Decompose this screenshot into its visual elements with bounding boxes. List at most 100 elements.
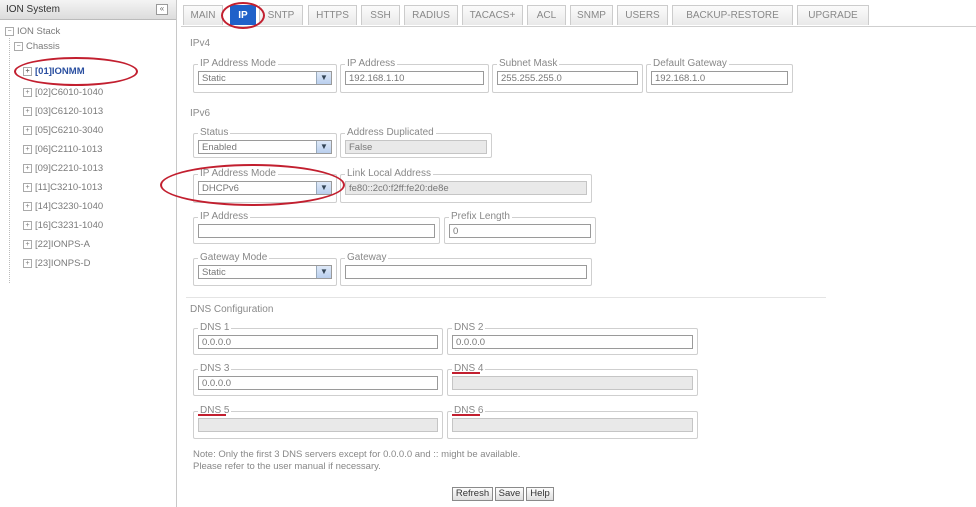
tree-item[interactable]: + [05]C6210-3040 xyxy=(23,125,103,136)
tree-item-label: [09]C2210-1013 xyxy=(35,163,104,174)
expand-toggle-icon[interactable]: + xyxy=(23,258,32,268)
ipv4-mode-select[interactable]: Static ▼ xyxy=(198,71,332,85)
expand-toggle-icon[interactable]: + xyxy=(23,125,32,135)
ipv4-address-label: IP Address xyxy=(345,58,398,69)
tree-title: ION System xyxy=(6,4,60,15)
expand-toggle-icon[interactable]: + xyxy=(23,182,32,192)
tree-chassis-label: Chassis xyxy=(26,41,60,52)
dropdown-arrow-icon[interactable]: ▼ xyxy=(316,72,331,84)
collapse-toggle-icon[interactable]: − xyxy=(14,41,23,51)
ipv6-status-select[interactable]: Enabled ▼ xyxy=(198,140,332,154)
annotation-underline xyxy=(452,414,480,416)
tree-item[interactable]: + [23]IONPS-D xyxy=(23,258,90,269)
ipv6-link-local-label: Link Local Address xyxy=(345,168,433,179)
tab-ssh[interactable]: SSH xyxy=(361,5,400,25)
ipv4-mask-label: Subnet Mask xyxy=(497,58,560,69)
tree-root[interactable]: − ION Stack xyxy=(5,26,60,37)
ipv6-mode-select[interactable]: DHCPv6 ▼ xyxy=(198,181,332,195)
tree-chassis[interactable]: − Chassis xyxy=(14,41,60,52)
ipv4-section-title: IPv4 xyxy=(190,38,211,49)
ipv6-mode-group: IP Address Mode DHCPv6 ▼ xyxy=(193,168,337,203)
tab-strip-border xyxy=(181,26,976,27)
tab-https[interactable]: HTTPS xyxy=(308,5,357,25)
expand-toggle-icon[interactable]: + xyxy=(23,220,32,230)
ipv4-address-group: IP Address 192.168.1.10 xyxy=(340,58,489,93)
ipv6-address-group: IP Address xyxy=(193,211,440,244)
tree-connector xyxy=(9,38,10,283)
dns6-group: DNS 6 xyxy=(447,405,698,439)
tree-item[interactable]: + [02]C6010-1040 xyxy=(23,87,103,98)
dns-note-line1: Note: Only the first 3 DNS servers excep… xyxy=(193,449,521,460)
tab-sntp[interactable]: SNTP xyxy=(259,5,303,25)
tree-item[interactable]: + [03]C6120-1013 xyxy=(23,106,103,117)
ipv6-address-field[interactable] xyxy=(198,224,435,238)
expand-toggle-icon[interactable]: + xyxy=(23,144,32,154)
ipv6-gateway-mode-label: Gateway Mode xyxy=(198,252,270,263)
collapse-panel-icon[interactable]: « xyxy=(156,4,168,15)
ipv6-prefix-field[interactable]: 0 xyxy=(449,224,591,238)
ipv6-gateway-field[interactable] xyxy=(345,265,587,279)
tab-tacacs[interactable]: TACACS+ xyxy=(462,5,523,25)
expand-toggle-icon[interactable]: + xyxy=(23,66,32,76)
ipv4-gateway-group: Default Gateway 192.168.1.0 xyxy=(646,58,793,93)
tab-upgrade[interactable]: UPGRADE xyxy=(797,5,869,25)
expand-toggle-icon[interactable]: + xyxy=(23,106,32,116)
tree-item[interactable]: + [11]C3210-1013 xyxy=(23,182,102,193)
dns5-group: DNS 5 xyxy=(193,405,443,439)
refresh-button[interactable]: Refresh xyxy=(452,487,493,501)
ipv6-dup-group: Address Duplicated False xyxy=(340,127,492,158)
dns-section-title: DNS Configuration xyxy=(190,304,274,315)
dns1-group: DNS 1 0.0.0.0 xyxy=(193,322,443,355)
ipv6-status-value: Enabled xyxy=(202,142,237,153)
tab-radius[interactable]: RADIUS xyxy=(404,5,458,25)
tree-item-label: [11]C3210-1013 xyxy=(35,182,103,193)
tree-item-label: [16]C3231-1040 xyxy=(35,220,104,231)
expand-toggle-icon[interactable]: + xyxy=(23,163,32,173)
tree-item-label: [22]IONPS-A xyxy=(35,239,90,250)
tree-item[interactable]: + [06]C2110-1013 xyxy=(23,144,102,155)
dns2-field[interactable]: 0.0.0.0 xyxy=(452,335,693,349)
save-button[interactable]: Save xyxy=(495,487,524,501)
dns4-group: DNS 4 xyxy=(447,363,698,396)
ipv6-link-local-group: Link Local Address fe80::2c0:f2ff:fe20:d… xyxy=(340,168,592,203)
ipv6-section-title: IPv6 xyxy=(190,108,211,119)
dropdown-arrow-icon[interactable]: ▼ xyxy=(316,182,331,194)
help-button[interactable]: Help xyxy=(526,487,554,501)
tab-acl[interactable]: ACL xyxy=(527,5,566,25)
tree-item-label: [06]C2110-1013 xyxy=(35,144,103,155)
tree-item-label: [01]IONMM xyxy=(35,66,85,77)
tab-main[interactable]: MAIN xyxy=(183,5,223,25)
ipv6-gateway-mode-select[interactable]: Static ▼ xyxy=(198,265,332,279)
ipv6-mode-value: DHCPv6 xyxy=(202,183,239,194)
ipv6-gateway-group: Gateway xyxy=(340,252,592,286)
ipv4-mode-value: Static xyxy=(202,73,226,84)
tab-ip[interactable]: IP xyxy=(230,5,256,25)
ipv6-status-group: Status Enabled ▼ xyxy=(193,127,337,158)
dropdown-arrow-icon[interactable]: ▼ xyxy=(316,266,331,278)
ipv4-address-field[interactable]: 192.168.1.10 xyxy=(345,71,484,85)
expand-toggle-icon[interactable]: + xyxy=(23,201,32,211)
annotation-underline xyxy=(198,414,226,416)
annotation-underline xyxy=(452,372,480,374)
dns3-field[interactable]: 0.0.0.0 xyxy=(198,376,438,390)
ipv4-mask-field[interactable]: 255.255.255.0 xyxy=(497,71,638,85)
expand-toggle-icon[interactable]: + xyxy=(23,87,32,97)
expand-toggle-icon[interactable]: + xyxy=(23,239,32,249)
dns1-field[interactable]: 0.0.0.0 xyxy=(198,335,438,349)
tree-item[interactable]: + [09]C2210-1013 xyxy=(23,163,103,174)
tree-item[interactable]: + [14]C3230-1040 xyxy=(23,201,103,212)
tree-item[interactable]: + [22]IONPS-A xyxy=(23,239,90,250)
ipv6-dup-field: False xyxy=(345,140,487,154)
collapse-toggle-icon[interactable]: − xyxy=(5,26,14,36)
section-divider xyxy=(186,297,826,298)
tab-users[interactable]: USERS xyxy=(617,5,668,25)
dropdown-arrow-icon[interactable]: ▼ xyxy=(316,141,331,153)
dns3-group: DNS 3 0.0.0.0 xyxy=(193,363,443,396)
ipv4-gateway-field[interactable]: 192.168.1.0 xyxy=(651,71,788,85)
tree-item-01-ionmm[interactable]: + [01]IONMM xyxy=(23,66,85,77)
tab-snmp[interactable]: SNMP xyxy=(570,5,613,25)
tree-item-label: [02]C6010-1040 xyxy=(35,87,104,98)
tab-backup-restore[interactable]: BACKUP-RESTORE xyxy=(672,5,793,25)
dns2-group: DNS 2 0.0.0.0 xyxy=(447,322,698,355)
tree-item[interactable]: + [16]C3231-1040 xyxy=(23,220,103,231)
